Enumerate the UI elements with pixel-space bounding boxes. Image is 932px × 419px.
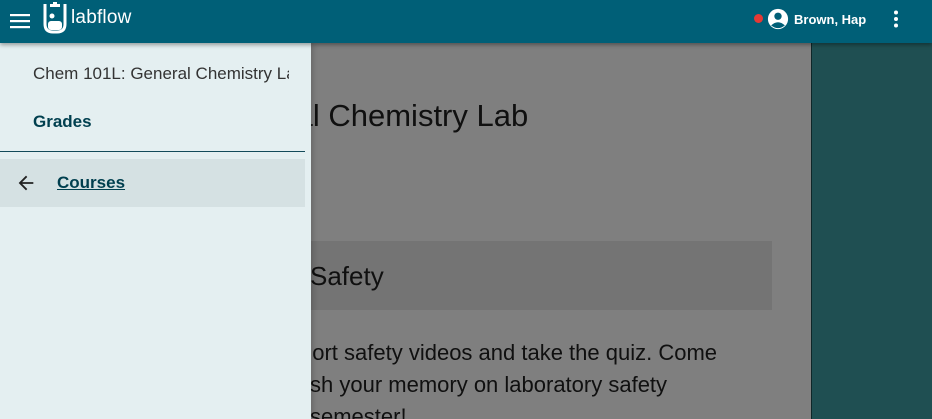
hamburger-menu-icon — [10, 14, 30, 29]
drawer-divider — [0, 151, 305, 152]
user-name: Brown, Hap — [794, 11, 867, 27]
brand-name: labflow — [71, 7, 132, 28]
menu-button[interactable] — [6, 7, 34, 35]
drawer-item-courses-back[interactable]: Courses — [0, 159, 305, 207]
more-vert-icon — [894, 10, 898, 28]
drawer-item-course[interactable]: Chem 101L: General Chemistry Lab — [33, 64, 289, 84]
flask-logo-icon — [43, 2, 67, 34]
more-options-button[interactable] — [884, 7, 908, 31]
navigation-drawer: Chem 101L: General Chemistry Lab Grades … — [0, 43, 311, 419]
arrow-left-icon — [18, 175, 34, 191]
app-bar: labflow Brown, Hap — [0, 0, 932, 43]
account-circle-icon — [767, 8, 789, 30]
courses-link[interactable]: Courses — [57, 173, 125, 193]
user-menu-button[interactable]: Brown, Hap — [767, 6, 866, 32]
logo[interactable]: labflow — [42, 0, 132, 36]
status-indicator — [754, 14, 763, 23]
drawer-item-grades[interactable]: Grades — [33, 112, 92, 132]
right-panel — [811, 43, 932, 419]
